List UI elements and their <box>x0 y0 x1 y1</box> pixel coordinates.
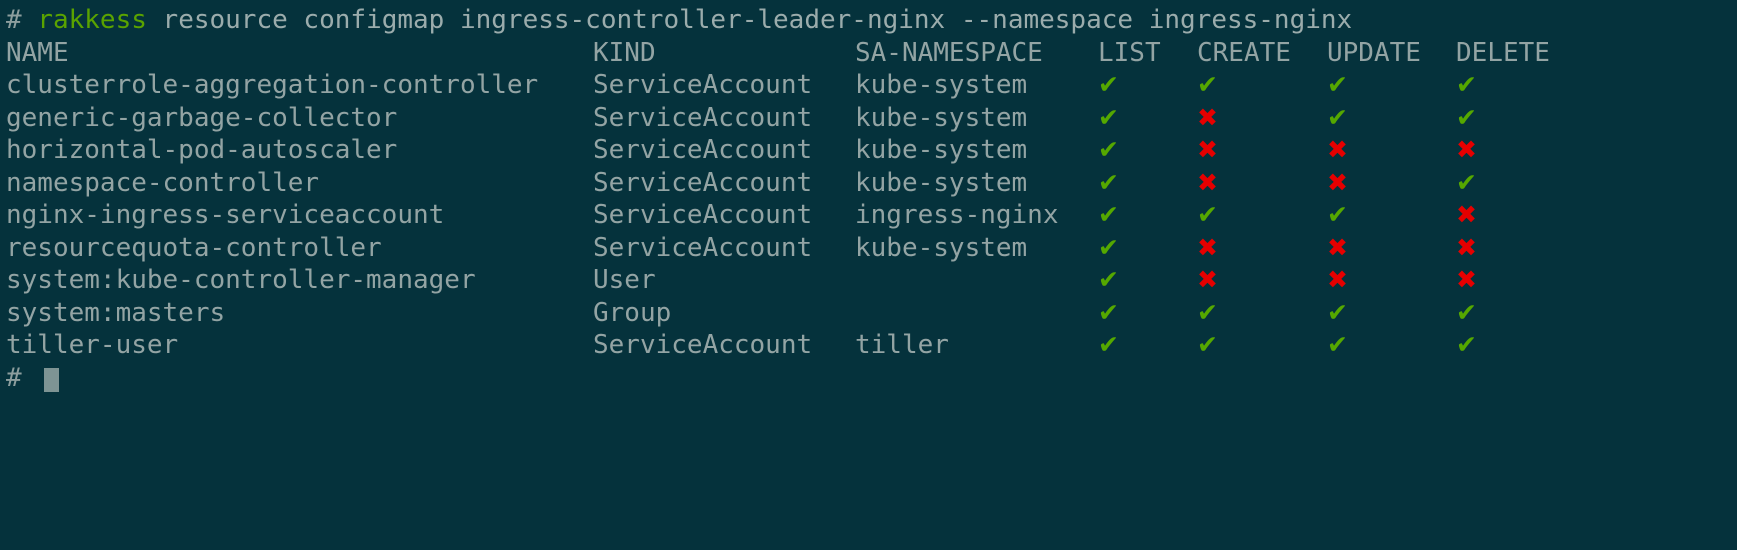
allowed-check-icon: ✔ <box>1456 70 1477 99</box>
column-header-list: LIST <box>1098 37 1161 68</box>
cell-name: namespace-controller <box>6 167 320 198</box>
denied-cross-icon: ✖ <box>1456 265 1477 294</box>
column-header-update: UPDATE <box>1327 37 1421 68</box>
denied-cross-icon: ✖ <box>1327 265 1348 294</box>
cell-name: resourcequota-controller <box>6 232 382 263</box>
cell-kind: Group <box>593 297 672 328</box>
table-row: horizontal-pod-autoscaler ServiceAccount k… <box>6 134 1737 167</box>
denied-cross-icon: ✖ <box>1327 135 1348 164</box>
allowed-check-icon: ✔ <box>1456 330 1477 359</box>
terminal-window[interactable]: # rakkess resource configmap ingress-con… <box>0 0 1737 550</box>
cell-name: horizontal-pod-autoscaler <box>6 135 398 165</box>
allowed-check-icon: ✔ <box>1098 70 1119 99</box>
column-header-delete: DELETE <box>1456 37 1550 68</box>
allowed-check-icon: ✔ <box>1456 167 1477 197</box>
command-line: # rakkess resource configmap ingress-con… <box>6 4 1737 37</box>
cell-name: clusterrole-aggregation-controller <box>6 70 539 100</box>
cursor-block[interactable] <box>44 367 59 392</box>
allowed-check-icon: ✔ <box>1456 297 1477 327</box>
cell-kind: ServiceAccount <box>593 135 813 165</box>
allowed-check-icon: ✔ <box>1098 265 1119 294</box>
table-row: generic-garbage-collector ServiceAccount k… <box>6 102 1737 135</box>
denied-cross-icon: ✖ <box>1456 135 1477 164</box>
cell-sa-namespace: kube-system <box>855 167 1028 198</box>
cell-kind: ServiceAccount <box>593 70 813 100</box>
allowed-check-icon: ✔ <box>1098 330 1119 359</box>
allowed-check-icon: ✔ <box>1197 330 1218 359</box>
cell-name: system:kube-controller-manager <box>6 265 476 295</box>
cell-kind: ServiceAccount <box>593 330 813 360</box>
denied-cross-icon: ✖ <box>1327 167 1348 197</box>
allowed-check-icon: ✔ <box>1098 135 1119 164</box>
allowed-check-icon: ✔ <box>1327 330 1348 359</box>
allowed-check-icon: ✔ <box>1098 167 1119 197</box>
allowed-check-icon: ✔ <box>1327 297 1348 327</box>
cell-kind: ServiceAccount <box>593 200 813 230</box>
cell-kind: ServiceAccount <box>593 232 813 263</box>
allowed-check-icon: ✔ <box>1456 102 1477 132</box>
cell-kind: User <box>593 265 656 295</box>
command-arguments: resource configmap ingress-controller-le… <box>146 5 1353 35</box>
allowed-check-icon: ✔ <box>1327 200 1348 229</box>
cell-sa-namespace: kube-system <box>855 135 1028 165</box>
allowed-check-icon: ✔ <box>1098 232 1119 262</box>
cell-name: nginx-ingress-serviceaccount <box>6 200 445 230</box>
cell-kind: ServiceAccount <box>593 102 813 133</box>
command-name: rakkess <box>37 5 147 35</box>
table-row: system:masters Group ✔ ✔ ✔ ✔ <box>6 297 1737 330</box>
column-header-name: NAME <box>6 37 69 68</box>
allowed-check-icon: ✔ <box>1098 102 1119 132</box>
table-row: resourcequota-controller ServiceAccount ku… <box>6 232 1737 265</box>
denied-cross-icon: ✖ <box>1327 232 1348 262</box>
column-header-kind: KIND <box>593 37 656 68</box>
table-row: nginx-ingress-serviceaccount ServiceAccou… <box>6 199 1737 232</box>
denied-cross-icon: ✖ <box>1456 200 1477 229</box>
allowed-check-icon: ✔ <box>1197 70 1218 99</box>
column-header-create: CREATE <box>1197 37 1291 68</box>
denied-cross-icon: ✖ <box>1456 232 1477 262</box>
shell-prompt: # <box>6 5 38 35</box>
table-row: tiller-user ServiceAccount tiller ✔ ✔ ✔ ✔ <box>6 329 1737 362</box>
cell-name: generic-garbage-collector <box>6 102 398 133</box>
allowed-check-icon: ✔ <box>1327 102 1348 132</box>
shell-prompt-final: # <box>6 362 38 393</box>
denied-cross-icon: ✖ <box>1197 102 1218 132</box>
table-header-row: NAME KIND SA-NAMESPACE LIST CREATE UPDAT… <box>6 37 1737 70</box>
column-header-sa-namespace: SA-NAMESPACE <box>855 37 1043 68</box>
allowed-check-icon: ✔ <box>1098 297 1119 327</box>
cell-kind: ServiceAccount <box>593 167 813 198</box>
cell-sa-namespace: tiller <box>855 330 949 360</box>
denied-cross-icon: ✖ <box>1197 167 1218 197</box>
cell-sa-namespace: kube-system <box>855 232 1028 263</box>
allowed-check-icon: ✔ <box>1197 200 1218 229</box>
allowed-check-icon: ✔ <box>1098 200 1119 229</box>
denied-cross-icon: ✖ <box>1197 232 1218 262</box>
allowed-check-icon: ✔ <box>1327 70 1348 99</box>
table-row: system:kube-controller-manager User ✔ ✖ ✖ ✖ <box>6 264 1737 297</box>
cell-sa-namespace: ingress-nginx <box>855 200 1059 230</box>
table-row: namespace-controller ServiceAccount kube-s… <box>6 167 1737 200</box>
table-row: clusterrole-aggregation-controller Servic… <box>6 69 1737 102</box>
final-prompt-line: # <box>6 362 1737 395</box>
denied-cross-icon: ✖ <box>1197 265 1218 294</box>
cell-sa-namespace: kube-system <box>855 70 1028 100</box>
denied-cross-icon: ✖ <box>1197 135 1218 164</box>
cell-name: system:masters <box>6 297 226 328</box>
allowed-check-icon: ✔ <box>1197 297 1218 327</box>
table-body: clusterrole-aggregation-controller Servic… <box>6 69 1737 362</box>
cell-sa-namespace: kube-system <box>855 102 1028 133</box>
cell-name: tiller-user <box>6 330 179 360</box>
